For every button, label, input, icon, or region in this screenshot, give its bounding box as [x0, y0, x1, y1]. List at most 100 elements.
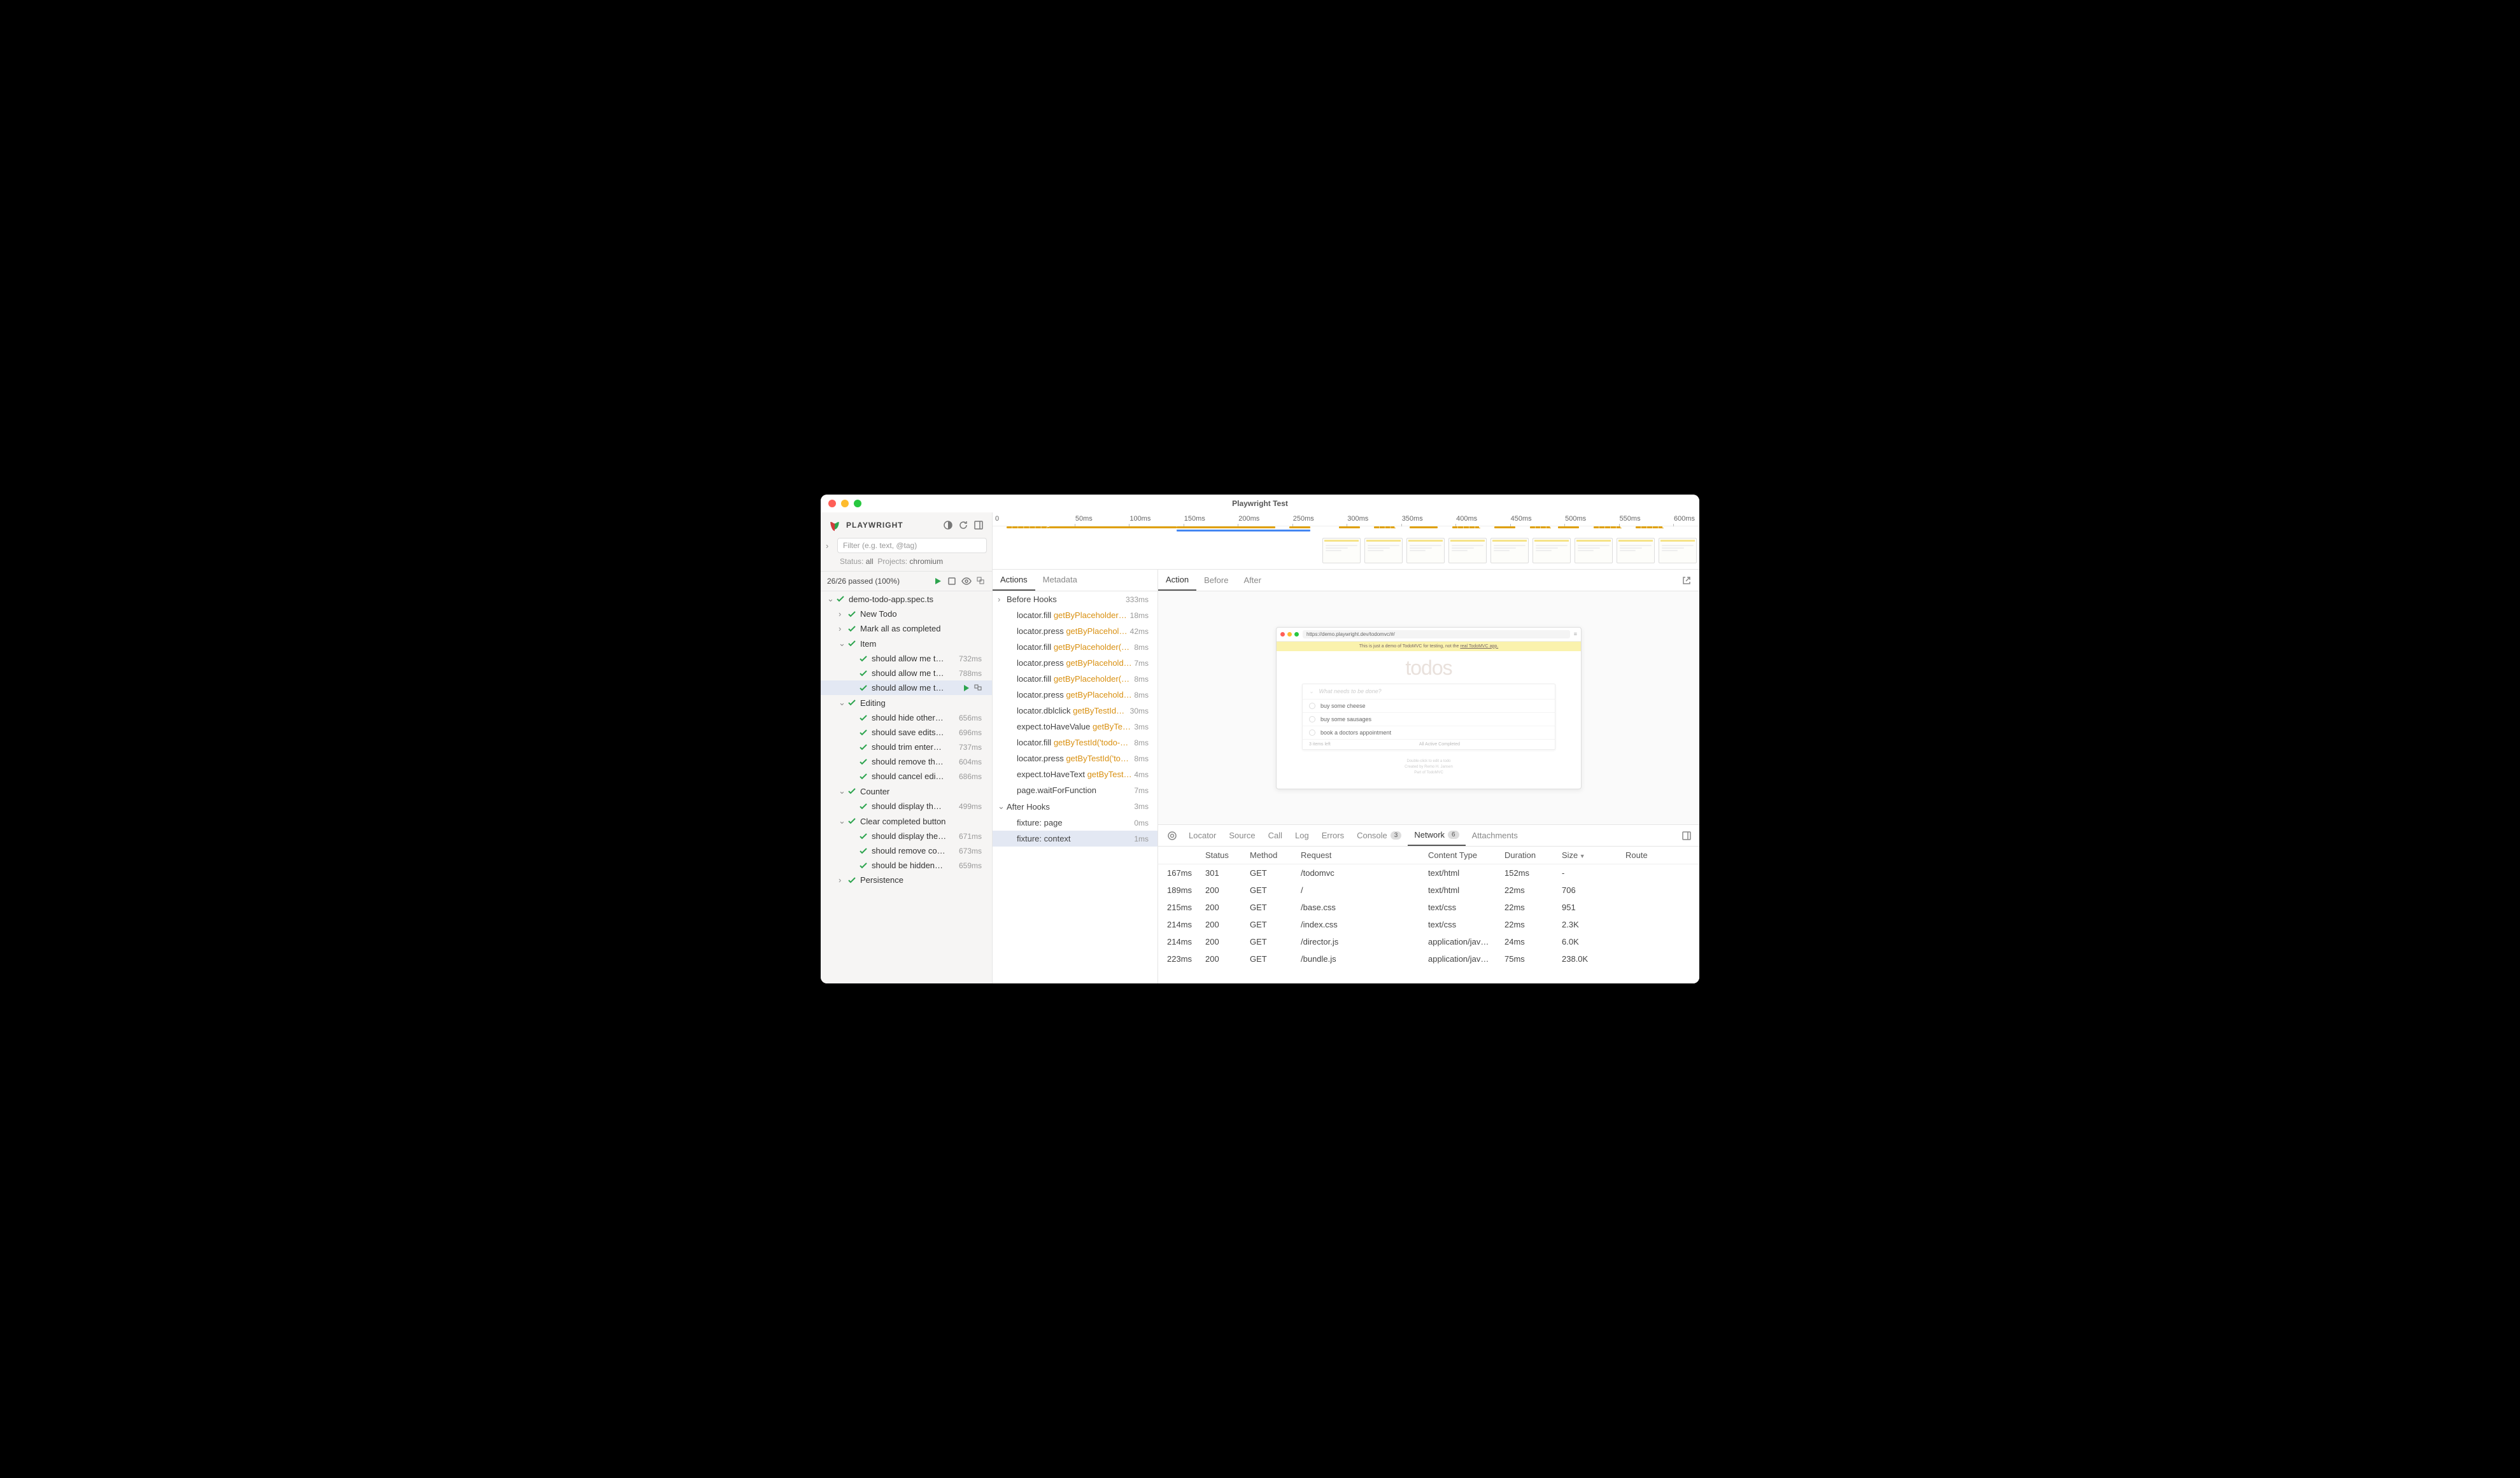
timeline-thumbnail[interactable]	[1364, 538, 1403, 563]
tree-file[interactable]: ⌄demo-todo-app.spec.ts	[821, 591, 992, 607]
action-row[interactable]: locator.dblclick getByTestId…30ms	[993, 703, 1157, 719]
timeline-thumbnail[interactable]	[1533, 538, 1571, 563]
chevron-down-icon[interactable]: ⌄	[839, 816, 847, 826]
watch-icon[interactable]	[961, 577, 972, 586]
network-row[interactable]: 215ms200GET/base.csstext/css22ms951	[1158, 899, 1699, 916]
action-row[interactable]: fixture: context1ms	[993, 831, 1157, 847]
tree-test[interactable]: should cancel edi…686ms	[821, 769, 992, 784]
action-row[interactable]: locator.press getByPlacehol…42ms	[993, 623, 1157, 639]
net-header[interactable]: Size	[1562, 850, 1625, 860]
action-row[interactable]: expect.toHaveValue getByTe…3ms	[993, 719, 1157, 735]
tree-test[interactable]: should trim enter…737ms	[821, 740, 992, 754]
tab-network[interactable]: Network6	[1408, 825, 1465, 846]
tree-suite[interactable]: ›Persistence	[821, 873, 992, 887]
tree-test[interactable]: should allow me t…	[821, 680, 992, 695]
minimize-window-icon[interactable]	[841, 500, 849, 507]
net-header[interactable]: Duration	[1504, 850, 1562, 860]
chevron-down-icon[interactable]: ⌄	[839, 638, 847, 649]
chevron-down-icon[interactable]: ⌄	[827, 594, 836, 604]
tab-console[interactable]: Console3	[1350, 826, 1408, 845]
tree-suite[interactable]: ›Mark all as completed	[821, 621, 992, 636]
tab-call[interactable]: Call	[1262, 826, 1289, 845]
maximize-window-icon[interactable]	[854, 500, 861, 507]
tree-suite[interactable]: ›New Todo	[821, 607, 992, 621]
network-row[interactable]: 214ms200GET/director.jsapplication/jav…2…	[1158, 933, 1699, 950]
network-row[interactable]: 189ms200GET/text/html22ms706	[1158, 882, 1699, 899]
timeline[interactable]: 0 50ms100ms150ms200ms250ms300ms350ms400m…	[993, 512, 1699, 570]
tab-actions[interactable]: Actions	[993, 570, 1035, 591]
chevron-down-icon[interactable]: ⌄	[839, 698, 847, 708]
tab-locator[interactable]: Locator	[1182, 826, 1222, 845]
action-row[interactable]: locator.press getByPlacehold…7ms	[993, 655, 1157, 671]
tree-suite[interactable]: ⌄Item	[821, 636, 992, 651]
theme-toggle-icon[interactable]	[942, 519, 954, 531]
timeline-thumbnail[interactable]	[1406, 538, 1445, 563]
tree-test[interactable]: should remove co…673ms	[821, 843, 992, 858]
net-header[interactable]: Method	[1250, 850, 1301, 860]
timeline-thumbnail[interactable]	[1322, 538, 1361, 563]
action-row[interactable]: locator.fill getByPlaceholder(…8ms	[993, 671, 1157, 687]
run-all-icon[interactable]	[933, 577, 942, 586]
chevron-right-icon[interactable]: ›	[826, 541, 833, 551]
tree-test[interactable]: should remove th…604ms	[821, 754, 992, 769]
popout-icon[interactable]	[1674, 570, 1699, 591]
ruler-tick: 300ms	[1347, 515, 1368, 523]
tree-suite[interactable]: ⌄Editing	[821, 695, 992, 710]
timeline-thumbnail[interactable]	[1490, 538, 1529, 563]
action-row[interactable]: fixture: page0ms	[993, 815, 1157, 831]
tab-attachments[interactable]: Attachments	[1466, 826, 1524, 845]
network-row[interactable]: 223ms200GET/bundle.jsapplication/jav…75m…	[1158, 950, 1699, 968]
net-header[interactable]: Route	[1625, 850, 1690, 860]
tab-action[interactable]: Action	[1158, 570, 1196, 591]
timeline-thumbnail[interactable]	[1659, 538, 1697, 563]
chevron-down-icon[interactable]: ⌄	[998, 801, 1007, 812]
action-row[interactable]: expect.toHaveText getByTest…4ms	[993, 766, 1157, 782]
network-row[interactable]: 214ms200GET/index.csstext/css22ms2.3K	[1158, 916, 1699, 933]
tree-suite[interactable]: ⌄Counter	[821, 784, 992, 799]
action-row[interactable]: locator.fill getByTestId('todo-…8ms	[993, 735, 1157, 750]
tree-test[interactable]: should save edits…696ms	[821, 725, 992, 740]
timeline-thumbnail[interactable]	[1575, 538, 1613, 563]
close-window-icon[interactable]	[828, 500, 836, 507]
inspect-icon[interactable]	[1162, 827, 1182, 845]
tab-source[interactable]: Source	[1222, 826, 1261, 845]
network-row[interactable]: 167ms301GET/todomvctext/html152ms-	[1158, 864, 1699, 882]
tab-before[interactable]: Before	[1196, 570, 1236, 590]
action-row[interactable]: locator.press getByTestId('to…8ms	[993, 750, 1157, 766]
tab-log[interactable]: Log	[1289, 826, 1315, 845]
reload-icon[interactable]	[958, 519, 969, 531]
net-header[interactable]: Content Type	[1428, 850, 1504, 860]
action-row[interactable]: page.waitForFunction7ms	[993, 782, 1157, 798]
layout-icon[interactable]	[973, 519, 984, 531]
tab-after[interactable]: After	[1236, 570, 1268, 590]
chevron-right-icon[interactable]: ›	[998, 595, 1007, 604]
tab-metadata[interactable]: Metadata	[1035, 570, 1085, 591]
timeline-thumbnail[interactable]	[1448, 538, 1487, 563]
collapse-icon[interactable]	[977, 577, 986, 586]
action-row[interactable]: locator.fill getByPlaceholder…18ms	[993, 607, 1157, 623]
action-row[interactable]: locator.fill getByPlaceholder(…8ms	[993, 639, 1157, 655]
action-row[interactable]: locator.press getByPlacehold…8ms	[993, 687, 1157, 703]
filter-input[interactable]	[837, 538, 987, 553]
tree-test[interactable]: should display the…671ms	[821, 829, 992, 843]
tree-test[interactable]: should be hidden…659ms	[821, 858, 992, 873]
stop-icon[interactable]	[947, 577, 956, 586]
action-row[interactable]: ⌄After Hooks3ms	[993, 798, 1157, 815]
net-header[interactable]: Status	[1205, 850, 1250, 860]
tree-test[interactable]: should allow me t…788ms	[821, 666, 992, 680]
run-icon[interactable]	[963, 684, 970, 692]
tree-test[interactable]: should allow me t…732ms	[821, 651, 992, 666]
tree-test[interactable]: should display th…499ms	[821, 799, 992, 813]
timeline-thumbnail[interactable]	[1617, 538, 1655, 563]
panel-layout-icon[interactable]	[1674, 826, 1699, 846]
tree-test[interactable]: should hide other…656ms	[821, 710, 992, 725]
open-trace-icon[interactable]	[974, 684, 983, 692]
chevron-right-icon[interactable]: ›	[839, 624, 847, 633]
chevron-right-icon[interactable]: ›	[839, 609, 847, 619]
chevron-right-icon[interactable]: ›	[839, 875, 847, 885]
tab-errors[interactable]: Errors	[1315, 826, 1350, 845]
tree-suite[interactable]: ⌄Clear completed button	[821, 813, 992, 829]
action-row[interactable]: ›Before Hooks333ms	[993, 591, 1157, 607]
net-header[interactable]: Request	[1301, 850, 1428, 860]
chevron-down-icon[interactable]: ⌄	[839, 786, 847, 796]
